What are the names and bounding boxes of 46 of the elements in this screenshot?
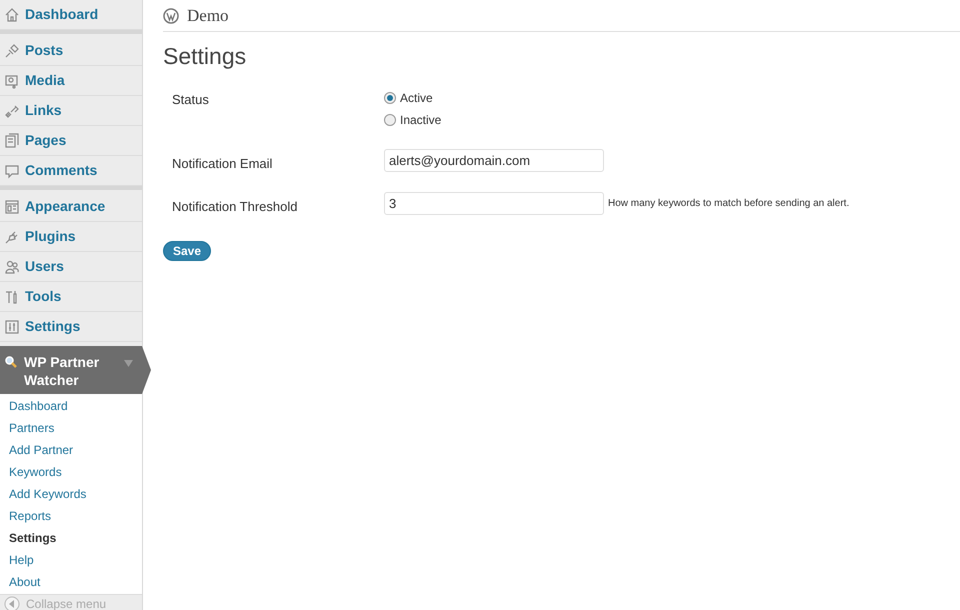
radio-button[interactable]: [384, 114, 396, 126]
field-label: Notification Threshold: [171, 198, 298, 216]
submenu-item[interactable]: Help: [0, 549, 142, 571]
email-input-field[interactable]: alerts@yourdomain.com: [384, 149, 604, 172]
house-icon: [4, 6, 20, 22]
submenu-item[interactable]: Keywords: [0, 461, 142, 483]
submenu-item[interactable]: Partners: [0, 417, 142, 439]
radio-button[interactable]: [384, 92, 396, 104]
submenu-item[interactable]: Settings: [0, 527, 142, 549]
pointer-arrow-icon: [142, 346, 151, 394]
menu-item[interactable]: Dashboard: [0, 0, 142, 30]
radio-label: Inactive: [400, 112, 442, 129]
threshold-input-field[interactable]: 3: [384, 192, 604, 216]
menu-item[interactable]: Links: [0, 96, 142, 126]
menu-item[interactable]: Users: [0, 252, 142, 282]
users-icon: [4, 258, 20, 274]
save-button[interactable]: Save: [163, 241, 212, 261]
submenu-item[interactable]: Reports: [0, 505, 142, 527]
menu-item[interactable]: Pages: [0, 126, 142, 156]
menu-item[interactable]: Media: [0, 66, 142, 96]
radio-label: Active: [400, 90, 433, 107]
menu-item[interactable]: Appearance: [0, 192, 142, 222]
field-label: Notification Email: [171, 155, 274, 173]
submenu-item[interactable]: Add Keywords: [0, 483, 142, 505]
submenu-item[interactable]: Dashboard: [0, 395, 142, 417]
magnifier-icon: [4, 355, 18, 369]
menu-item[interactable]: Plugins: [0, 222, 142, 252]
wordpress-logo-icon: [163, 8, 179, 24]
menu-item[interactable]: Settings: [0, 312, 142, 342]
media-icon: [4, 72, 20, 88]
field-hint: How many keywords to match before sending an alert.: [608, 197, 850, 212]
menu-item[interactable]: Posts: [0, 36, 142, 66]
pages-icon: [4, 132, 20, 148]
page-title: Settings: [163, 42, 248, 70]
chain-link-icon: [4, 102, 20, 118]
layout-icon: [4, 198, 20, 214]
sliders-icon: [4, 318, 20, 334]
submenu-item[interactable]: Add Partner: [0, 439, 142, 461]
plug-icon: [4, 228, 20, 244]
menu-item[interactable]: Comments: [0, 156, 142, 186]
speech-bubble-icon: [4, 162, 20, 178]
submenu-item[interactable]: About: [0, 571, 142, 593]
menu-item[interactable]: Tools: [0, 282, 142, 312]
site-name: Demo: [187, 4, 229, 27]
field-label: Status: [171, 91, 210, 109]
pushpin-icon: [4, 42, 20, 58]
